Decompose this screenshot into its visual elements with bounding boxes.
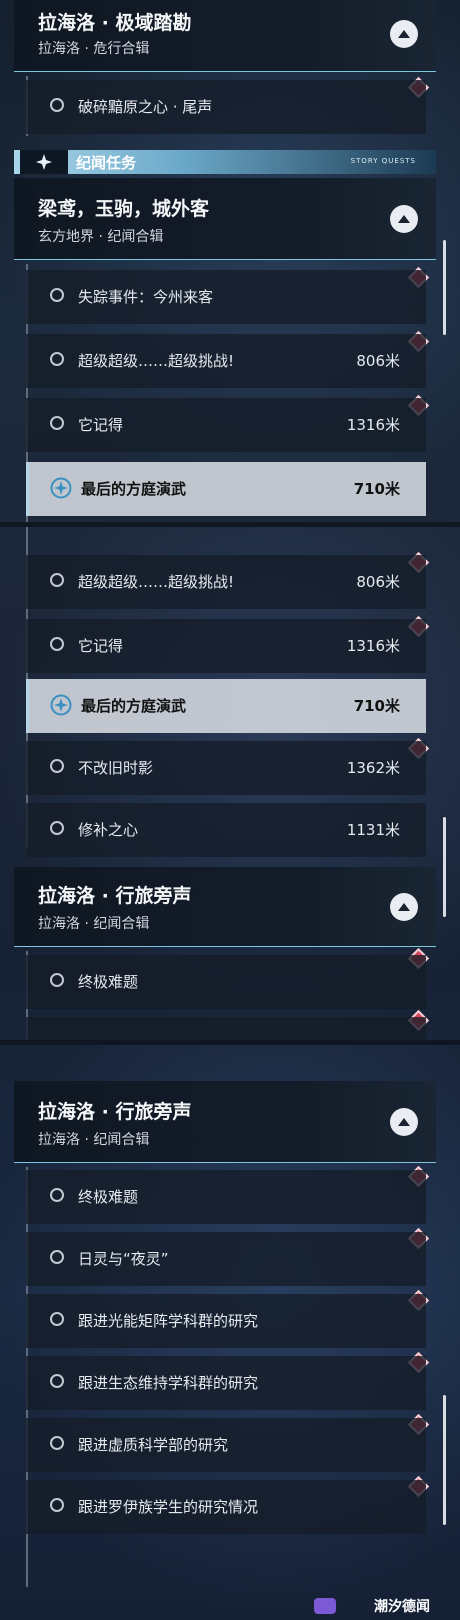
quest-distance: 806米: [356, 352, 400, 370]
quest-row[interactable]: 跟进光能矩阵学科群的研究: [26, 1294, 426, 1348]
chevron-up-icon: [398, 903, 410, 911]
circle-icon: [50, 573, 64, 587]
panel-1: 拉海洛 · 极域踏勘 拉海洛 · 危行合辑 破碎黯原之心 · 尾声 纪闻任务 S…: [0, 0, 460, 522]
circle-icon: [50, 288, 64, 302]
quest-row[interactable]: 跟进罗伊族学生的研究情况: [26, 1480, 426, 1534]
quest-name: 修补之心: [78, 821, 139, 839]
quest-name: 失踪事件：今州来客: [78, 288, 214, 306]
quest-row[interactable]: 跟进生态维持学科群的研究: [26, 1356, 426, 1410]
quest-row[interactable]: 终极难题: [26, 955, 426, 1009]
quest-group-header[interactable]: 拉海洛 · 行旅旁声 拉海洛 · 纪闻合辑: [14, 1081, 436, 1163]
collapse-button[interactable]: [390, 1108, 418, 1136]
quest-distance: 806米: [356, 573, 400, 591]
circle-icon: [50, 1498, 64, 1512]
chevron-up-icon: [398, 1118, 410, 1126]
section-tag: STORY QUESTS: [350, 157, 416, 165]
sparkle-icon: [20, 150, 68, 174]
quest-name: 超级超级……超级挑战!: [78, 573, 235, 591]
quest-name: 终极难题: [78, 973, 139, 991]
quest-group-header[interactable]: 拉海洛 · 极域踏勘 拉海洛 · 危行合辑: [14, 0, 436, 72]
quest-distance: 710米: [353, 480, 400, 498]
quest-name: 跟进生态维持学科群的研究: [78, 1374, 259, 1392]
circle-icon: [50, 637, 64, 651]
collapse-button[interactable]: [390, 893, 418, 921]
group-title: 拉海洛 · 行旅旁声: [38, 1101, 192, 1123]
watermark-text: 潮汐德闻: [374, 1599, 430, 1615]
quest-row[interactable]: 修补之心 1131米: [26, 803, 426, 857]
quest-name: 超级超级……超级挑战!: [78, 352, 235, 370]
group-subtitle: 拉海洛 · 纪闻合辑: [38, 916, 150, 932]
circle-icon: [50, 352, 64, 366]
circle-icon: [50, 416, 64, 430]
chevron-up-icon: [398, 30, 410, 38]
watermark-logo-icon: [314, 1598, 336, 1614]
quest-distance: 1131米: [346, 821, 400, 839]
quest-row[interactable]: 超级超级……超级挑战! 806米: [26, 555, 426, 609]
quest-row-tracked[interactable]: 最后的方庭演武 710米: [26, 679, 426, 733]
quest-group-header[interactable]: 拉海洛 · 行旅旁声 拉海洛 · 纪闻合辑: [14, 867, 436, 947]
section-title: 纪闻任务: [76, 154, 137, 172]
circle-icon: [50, 821, 64, 835]
collapse-button[interactable]: [390, 20, 418, 48]
quest-row[interactable]: 它记得 1316米: [26, 619, 426, 673]
quest-row[interactable]: 日灵与“夜灵”: [26, 1232, 426, 1286]
panel-3: 拉海洛 · 行旅旁声 拉海洛 · 纪闻合辑 终极难题 日灵与“夜灵” 跟进光能矩…: [0, 1045, 460, 1620]
quest-name: 破碎黯原之心 · 尾声: [78, 98, 213, 116]
quest-name: 它记得: [78, 637, 124, 655]
panel-2: 超级超级……超级挑战! 806米 它记得 1316米 最后的方庭演武 710米 …: [0, 527, 460, 1040]
scrollbar-thumb[interactable]: [443, 1395, 446, 1525]
quest-distance: 1316米: [346, 637, 400, 655]
circle-icon: [50, 1374, 64, 1388]
quest-name: 不改旧时影: [78, 759, 154, 777]
quest-name: 终极难题: [78, 1188, 139, 1206]
quest-row[interactable]: 它记得 1316米: [26, 398, 426, 452]
quest-row-tracked[interactable]: 最后的方庭演武 710米: [26, 462, 426, 516]
quest-row[interactable]: 终极难题: [26, 1170, 426, 1224]
quest-name: 跟进虚质科学部的研究: [78, 1436, 229, 1454]
quest-distance: 1316米: [346, 416, 400, 434]
quest-distance: 1362米: [346, 759, 400, 777]
group-title: 拉海洛 · 行旅旁声: [38, 885, 192, 907]
quest-row[interactable]: 失踪事件：今州来客: [26, 270, 426, 324]
quest-row[interactable]: 破碎黯原之心 · 尾声: [26, 80, 426, 134]
scrollbar-thumb[interactable]: [443, 817, 446, 917]
circle-icon: [50, 1188, 64, 1202]
group-title: 梁鸢，玉驹，城外客: [38, 198, 210, 220]
group-subtitle: 玄方地界 · 纪闻合辑: [38, 229, 164, 245]
quest-group-header[interactable]: 梁鸢，玉驹，城外客 玄方地界 · 纪闻合辑: [14, 178, 436, 260]
quest-row[interactable]: 超级超级……超级挑战! 806米: [26, 334, 426, 388]
quest-name: 日灵与“夜灵”: [78, 1250, 169, 1268]
section-header: 纪闻任务 STORY QUESTS: [14, 150, 436, 174]
quest-name: 最后的方庭演武: [81, 697, 187, 715]
quest-row[interactable]: [26, 1017, 426, 1040]
group-subtitle: 拉海洛 · 危行合辑: [38, 41, 150, 57]
scrollbar-thumb[interactable]: [443, 240, 446, 335]
quest-row[interactable]: 跟进虚质科学部的研究: [26, 1418, 426, 1472]
circle-icon: [50, 1312, 64, 1326]
quest-name: 跟进光能矩阵学科群的研究: [78, 1312, 259, 1330]
circle-icon: [50, 759, 64, 773]
collapse-button[interactable]: [390, 205, 418, 233]
quest-distance: 710米: [353, 697, 400, 715]
screenshot-root: { "panel1": { "group_a": { "title": "拉海洛…: [0, 0, 460, 1620]
quest-row[interactable]: 不改旧时影 1362米: [26, 741, 426, 795]
circle-icon: [50, 98, 64, 112]
circle-icon: [50, 1436, 64, 1450]
group-title: 拉海洛 · 极域踏勘: [38, 12, 192, 34]
circle-icon: [50, 973, 64, 987]
compass-target-icon: [50, 477, 72, 499]
compass-target-icon: [50, 694, 72, 716]
chevron-up-icon: [398, 215, 410, 223]
group-subtitle: 拉海洛 · 纪闻合辑: [38, 1132, 150, 1148]
quest-name: 跟进罗伊族学生的研究情况: [78, 1498, 259, 1516]
quest-name: 最后的方庭演武: [81, 480, 187, 498]
quest-name: 它记得: [78, 416, 124, 434]
circle-icon: [50, 1250, 64, 1264]
